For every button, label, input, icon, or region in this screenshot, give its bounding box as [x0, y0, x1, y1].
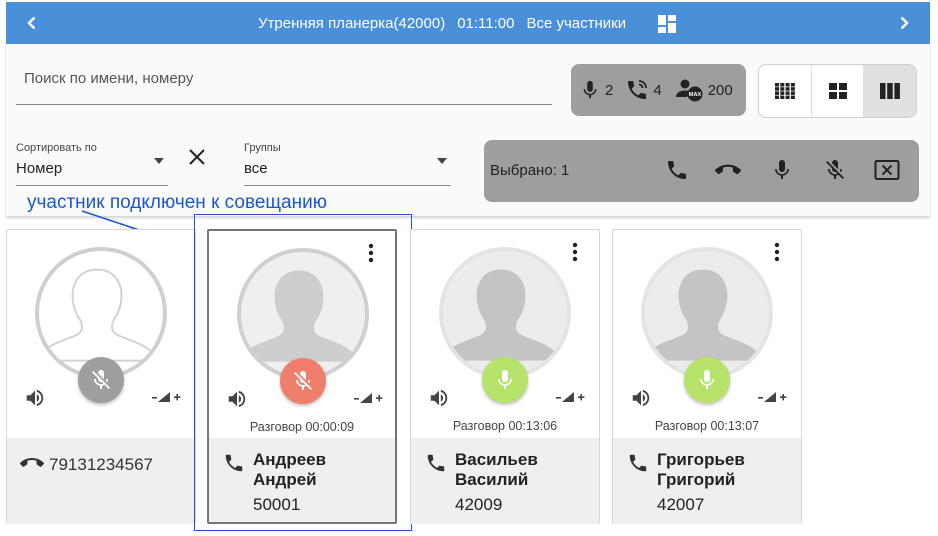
calls-count-value: 4 — [653, 81, 662, 99]
chevron-right-icon — [900, 16, 909, 30]
selected-count: Выбрано: 1 — [490, 162, 570, 179]
participant-info: Андреев Андрей 50001 — [209, 438, 395, 522]
sort-label: Сортировать по — [16, 142, 97, 154]
grid-medium-icon — [828, 83, 847, 99]
grid-columns-icon — [880, 83, 901, 99]
close-icon — [189, 149, 205, 165]
participant-card[interactable]: 79131234567 — [6, 229, 196, 524]
forward-button[interactable] — [892, 11, 916, 35]
phone-icon — [627, 452, 649, 474]
view-small-grid-button[interactable] — [759, 65, 812, 117]
participant-card[interactable]: Разговор 00:13:06 Васильев Василий 42009 — [410, 229, 600, 524]
phone-icon — [223, 452, 245, 474]
remove-selected-button[interactable] — [874, 157, 900, 183]
mic-off-icon — [89, 368, 113, 392]
view-large-grid-button[interactable] — [864, 65, 916, 117]
phone-icon — [665, 158, 689, 182]
back-button[interactable] — [20, 11, 44, 35]
annotation-label: участник подключен к совещанию — [27, 192, 327, 213]
groups-value: все — [244, 160, 268, 177]
selection-actions-bar: Выбрано: 1 — [484, 140, 919, 202]
participant-name: Григорьев Григорий — [657, 450, 745, 489]
mic-toggle-button[interactable] — [280, 358, 326, 404]
mic-toggle-button[interactable] — [482, 357, 528, 403]
call-selected-button[interactable] — [664, 157, 690, 183]
participant-name: Андреев Андрей — [253, 450, 327, 489]
mic-icon — [579, 79, 601, 101]
speaking-count: 2 — [579, 79, 613, 101]
view-switch — [758, 64, 917, 118]
participant-info: Васильев Василий 42009 — [411, 438, 599, 524]
call-end-icon — [715, 157, 741, 183]
call-end-icon — [20, 458, 44, 467]
talk-duration: Разговор 00:13:06 — [452, 419, 558, 433]
max-participants-icon: MAX — [675, 79, 703, 102]
sort-value: Номер — [16, 160, 63, 177]
card-menu-button[interactable] — [565, 240, 585, 264]
mic-icon — [770, 158, 794, 182]
groups-select[interactable]: Группы все — [244, 142, 451, 186]
unmute-selected-button[interactable] — [769, 157, 795, 183]
mic-off-icon — [291, 369, 315, 393]
top-bar: Утренняя планерка(42000) 01:11:00 Все уч… — [6, 2, 930, 44]
search-field[interactable] — [16, 62, 552, 105]
conference-stats: 2 4 MAX 200 — [571, 64, 746, 116]
grid-small-icon — [774, 83, 795, 99]
participant-number: 50001 — [253, 495, 301, 514]
mic-off-icon — [823, 158, 847, 182]
conference-title-group: Утренняя планерка(42000) 01:11:00 Все уч… — [258, 2, 626, 44]
max-participants: MAX 200 — [674, 78, 733, 102]
speaker-icon[interactable] — [225, 388, 249, 410]
conference-title: Утренняя планерка(42000) — [258, 14, 446, 32]
participant-info: Григорьев Григорий 42007 — [613, 438, 801, 524]
participant-number: 42007 — [657, 495, 705, 514]
remove-box-icon — [874, 160, 900, 180]
phone-in-talk-icon — [628, 80, 648, 99]
mic-icon — [695, 368, 719, 392]
speaker-icon[interactable] — [23, 387, 47, 409]
max-participants-value: 200 — [707, 81, 733, 99]
mic-icon — [493, 368, 517, 392]
volume-signal-icon[interactable] — [151, 390, 181, 404]
speaking-count-value: 2 — [605, 81, 614, 99]
volume-signal-icon[interactable] — [555, 390, 585, 404]
more-vert-icon — [368, 243, 374, 263]
talk-duration: Разговор 00:00:09 — [249, 420, 355, 434]
card-menu-button[interactable] — [361, 241, 381, 265]
mic-toggle-button[interactable] — [78, 357, 124, 403]
max-badge-label: MAX — [688, 92, 701, 98]
participants-filter[interactable]: Все участники — [526, 15, 626, 32]
participant-number: 79131234567 — [49, 455, 154, 474]
speaker-icon[interactable] — [427, 387, 451, 409]
conference-timer: 01:11:00 — [457, 14, 515, 32]
volume-signal-icon[interactable] — [353, 391, 383, 405]
hangup-selected-button[interactable] — [715, 157, 741, 183]
speaker-icon[interactable] — [629, 387, 653, 409]
talk-duration: Разговор 00:13:07 — [654, 419, 760, 433]
participant-info: 79131234567 — [7, 438, 195, 524]
participant-number: 42009 — [455, 495, 503, 514]
chevron-left-icon — [27, 16, 36, 30]
phone-icon — [425, 452, 447, 474]
mic-toggle-button[interactable] — [684, 357, 730, 403]
participant-card[interactable]: Разговор 00:13:07 Григорьев Григорий 420… — [612, 229, 802, 524]
volume-signal-icon[interactable] — [757, 390, 787, 404]
view-medium-grid-button[interactable] — [812, 65, 865, 117]
dropdown-arrow-icon — [437, 158, 447, 164]
groups-label: Группы — [244, 142, 281, 154]
more-vert-icon — [572, 242, 578, 262]
clear-sort-button[interactable] — [186, 146, 208, 168]
dropdown-arrow-icon — [154, 158, 164, 164]
more-vert-icon — [774, 242, 780, 262]
sort-select[interactable]: Сортировать по Номер — [16, 142, 168, 186]
calls-count: 4 — [625, 78, 662, 102]
participant-card[interactable]: Разговор 00:00:09 Андреев Андрей 50001 — [207, 229, 397, 524]
mute-selected-button[interactable] — [822, 157, 848, 183]
search-input[interactable] — [16, 62, 552, 95]
participant-name: Васильев Василий — [455, 450, 538, 489]
dashboard-icon[interactable] — [658, 15, 676, 33]
card-menu-button[interactable] — [767, 240, 787, 264]
